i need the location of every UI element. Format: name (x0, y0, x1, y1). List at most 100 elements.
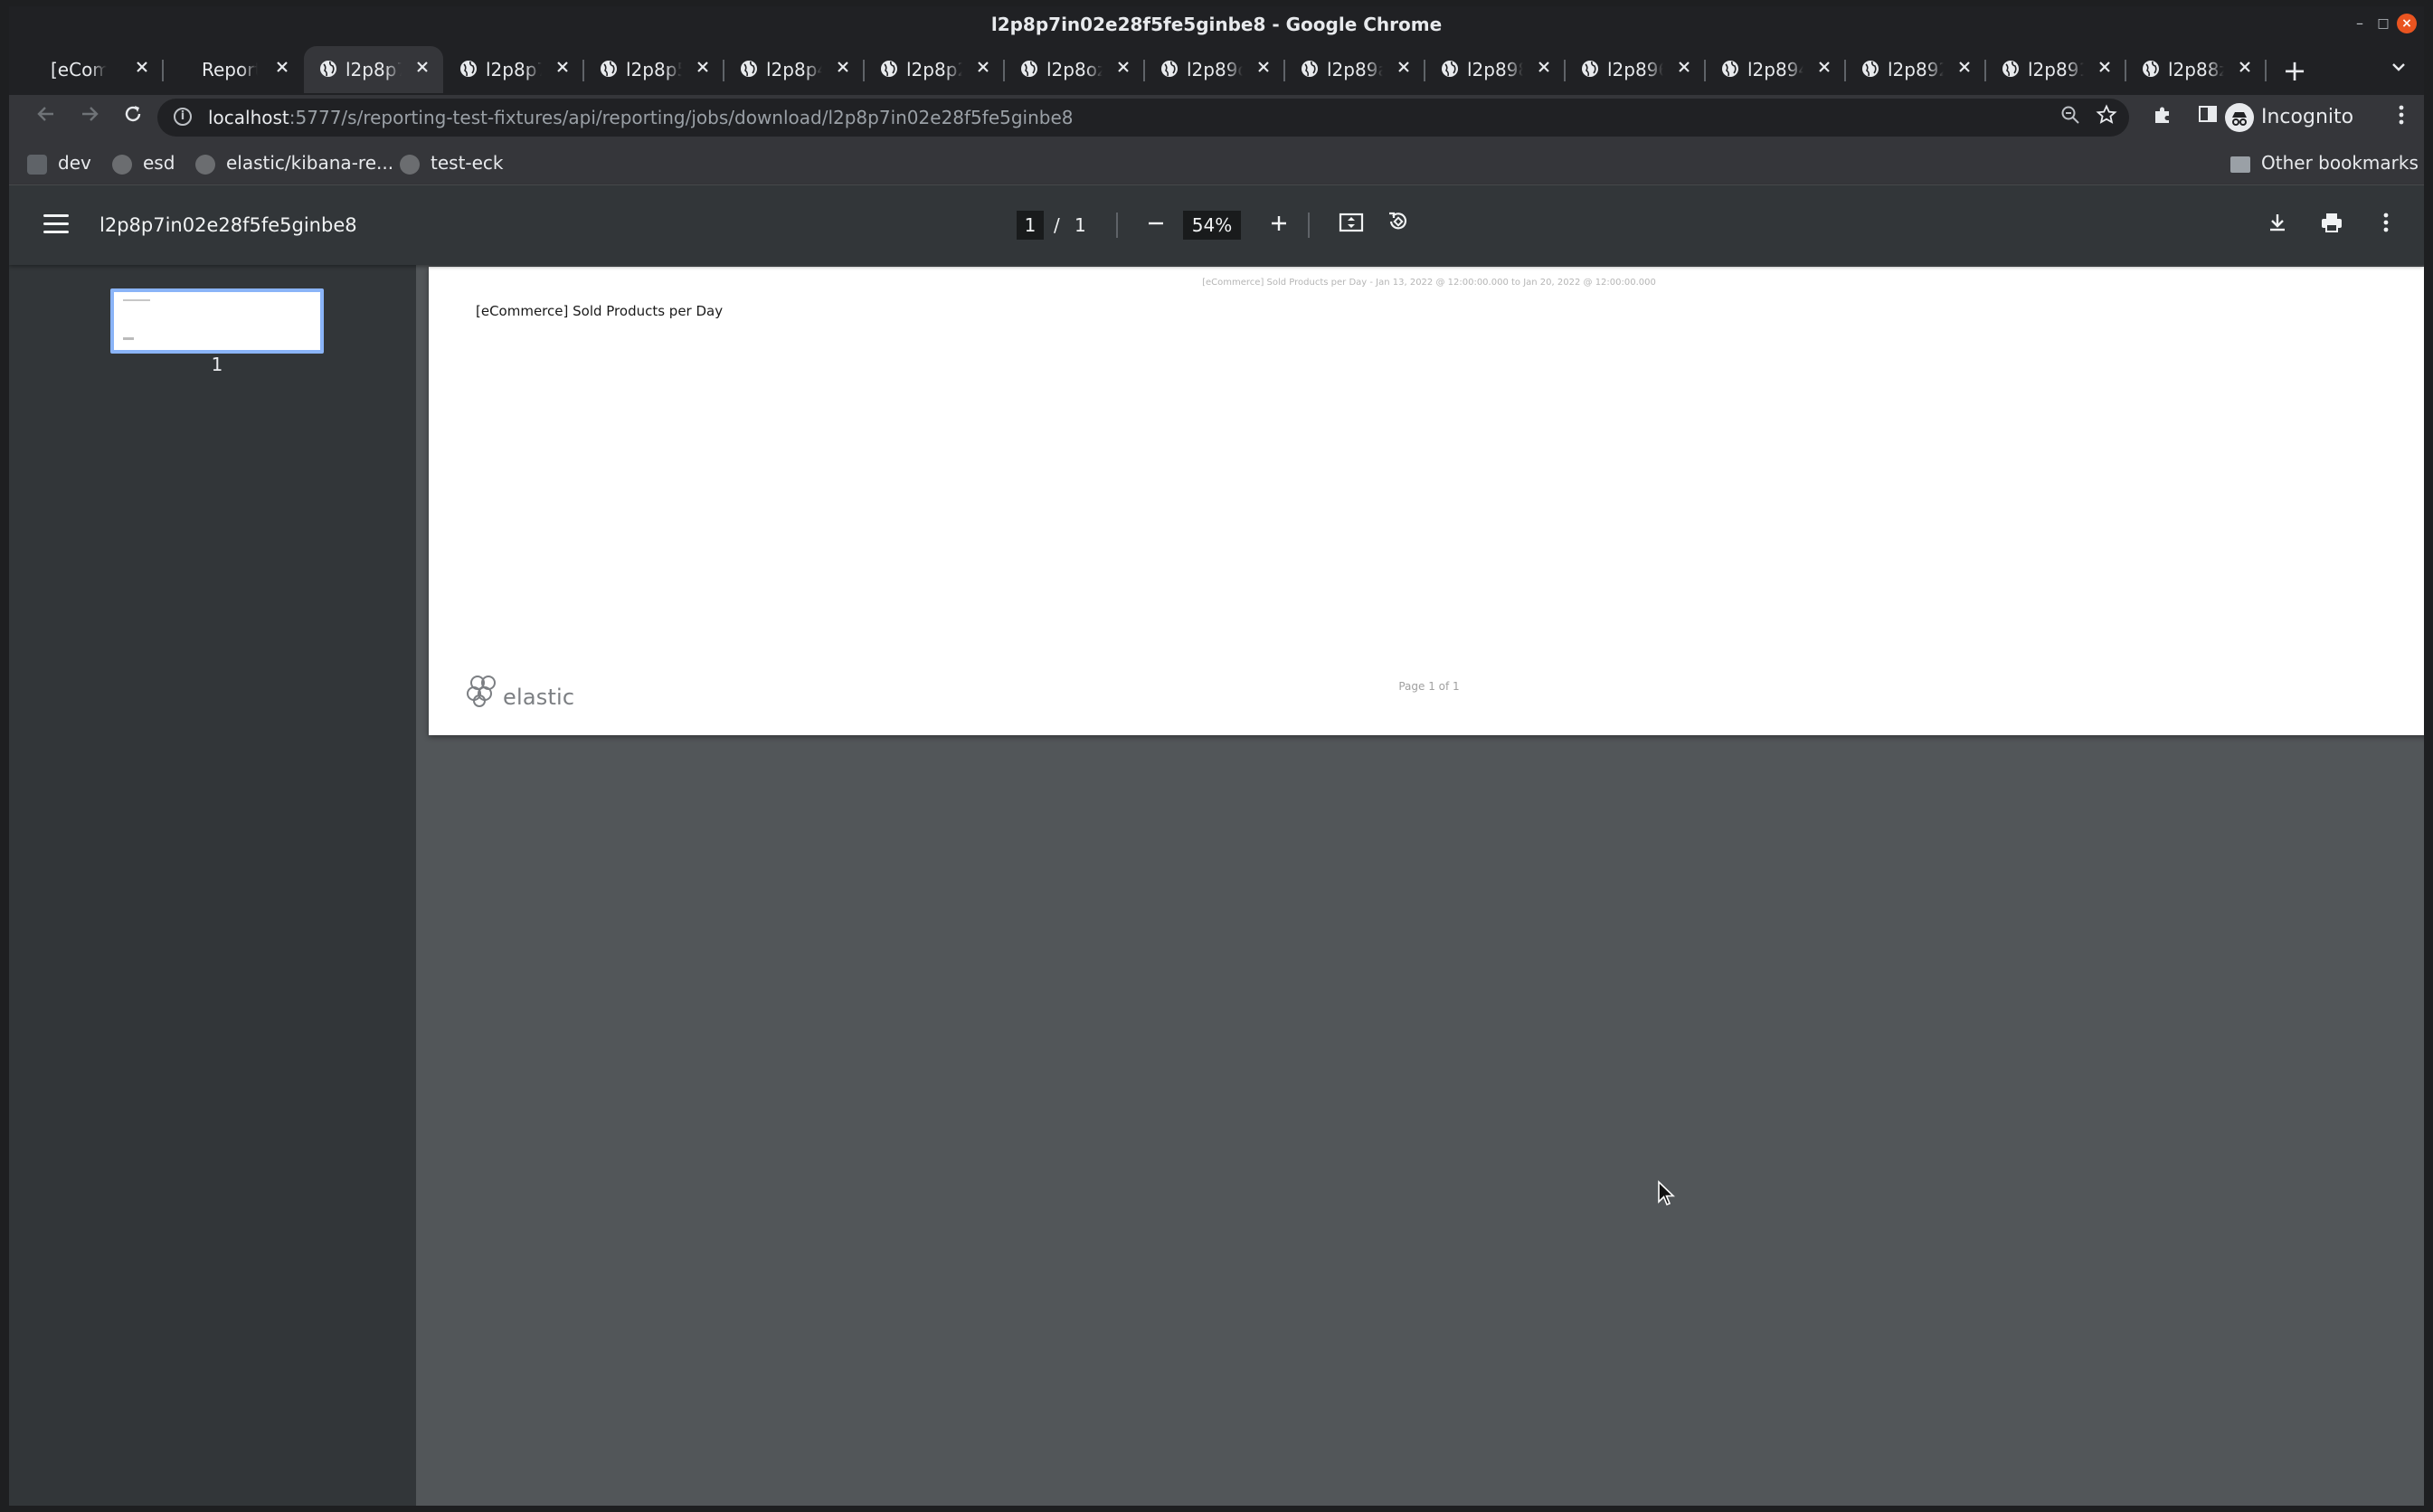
tab-label: l2p8p4 (766, 59, 822, 80)
tab-label: l2p896 (1607, 59, 1663, 80)
download-icon (2270, 214, 2285, 232)
thumbnail-logo-mark (123, 337, 134, 340)
download-button[interactable] (2261, 209, 2294, 241)
globe-icon (1302, 61, 1318, 77)
github-icon (195, 154, 215, 175)
bookmark-test-eck[interactable]: test-eck (400, 140, 504, 185)
reporting-favicon (178, 59, 198, 79)
elastic-logo-icon (467, 676, 496, 707)
rotate-button[interactable] (1382, 209, 1415, 241)
tab-close-icon[interactable] (2235, 59, 2255, 79)
bookmark-label: esd (143, 152, 175, 174)
pdf-page: [eCommerce] Sold Products per Day - Jan … (429, 267, 2424, 735)
fit-page-icon (1339, 213, 1364, 232)
browser-tab[interactable]: l2p88z (2126, 46, 2267, 93)
extensions-puzzle-icon[interactable] (2149, 104, 2176, 131)
browser-tab[interactable]: l2p8p7 (444, 46, 584, 93)
tab-label: [eCom (51, 59, 107, 80)
bookmark-elastic-kibana[interactable]: elastic/kibana-re... (195, 140, 393, 185)
tab-label: l2p891 (2028, 59, 2084, 80)
back-arrow-icon (37, 107, 53, 121)
tab-close-icon[interactable] (272, 59, 292, 79)
page-separator: / (1054, 214, 1060, 236)
tab-label: l2p8p2 (906, 59, 962, 80)
tab-close-icon[interactable] (833, 59, 853, 79)
reload-icon (125, 106, 141, 122)
back-button[interactable] (31, 102, 62, 133)
globe-icon (1582, 61, 1598, 77)
browser-tab[interactable]: l2p896 (1566, 46, 1706, 93)
globe-icon (460, 61, 477, 77)
tab-close-icon[interactable] (553, 59, 573, 79)
bookmark-star-icon[interactable] (2093, 104, 2120, 131)
tab-close-icon[interactable] (132, 59, 152, 79)
tab-close-icon[interactable] (1674, 59, 1694, 79)
browser-tab[interactable]: l2p8oz (1005, 46, 1145, 93)
tab-search-button[interactable] (2383, 55, 2414, 86)
browser-tab[interactable]: Report (164, 46, 303, 93)
tab-label: l2p898 (1467, 59, 1523, 80)
fit-to-page-button[interactable] (1335, 209, 1368, 241)
thumbnail-sidebar: 1 (9, 265, 416, 1506)
minimize-button[interactable]: – (2350, 14, 2370, 33)
pdf-toolbar: l2p8p7in02e28f5fe5ginbe8 1 / 1 54% (9, 185, 2424, 265)
plus-icon (1272, 216, 1286, 231)
print-button[interactable] (2315, 209, 2348, 241)
tab-label: l2p8p7 (486, 59, 542, 80)
pdf-content-area[interactable]: [eCommerce] Sold Products per Day - Jan … (416, 265, 2424, 1506)
total-pages: 1 (1074, 214, 1086, 236)
zoom-level-input[interactable]: 54% (1183, 211, 1241, 240)
tab-close-icon[interactable] (693, 59, 713, 79)
page-number-input[interactable]: 1 (1017, 211, 1044, 240)
other-bookmarks[interactable]: Other bookmarks (2230, 140, 2419, 185)
url-text[interactable]: localhost:5777/s/reporting-test-fixtures… (208, 99, 1074, 137)
browser-tab[interactable]: l2p89a (1285, 46, 1425, 93)
reload-button[interactable] (118, 102, 148, 133)
tab-close-icon[interactable] (1814, 59, 1834, 79)
side-panel-icon[interactable] (2194, 104, 2221, 131)
hamburger-menu-icon[interactable] (40, 209, 72, 241)
maximize-button[interactable]: □ (2373, 14, 2393, 33)
tab-close-icon[interactable] (412, 59, 432, 79)
tab-close-icon[interactable] (1534, 59, 1554, 79)
page-thumbnail[interactable] (110, 288, 324, 354)
bookmark-dev[interactable]: dev (27, 140, 91, 185)
chrome-menu-kebab-icon[interactable] (2388, 104, 2415, 131)
browser-tab[interactable]: l2p892 (1846, 46, 1986, 93)
folder-icon (2230, 156, 2250, 173)
new-tab-button[interactable]: + (2279, 55, 2310, 86)
tab-close-icon[interactable] (1113, 59, 1133, 79)
incognito-label: Incognito (2261, 106, 2354, 128)
pdf-more-actions-kebab-icon[interactable] (2370, 209, 2402, 241)
browser-tab[interactable]: l2p894 (1706, 46, 1846, 93)
address-bar[interactable]: i localhost:5777/s/reporting-test-fixtur… (157, 99, 2129, 137)
close-window-button[interactable]: × (2397, 14, 2417, 33)
bookmark-esd[interactable]: esd (112, 140, 175, 185)
title-bar: l2p8p7in02e28f5fe5ginbe8 - Google Chrome… (9, 6, 2424, 43)
browser-tab[interactable]: l2p8p7 (304, 46, 443, 93)
browser-tab[interactable]: l2p8p2 (865, 46, 1005, 93)
incognito-profile-button[interactable]: Incognito (2225, 100, 2353, 135)
minus-icon (1149, 222, 1163, 225)
tab-close-icon[interactable] (973, 59, 993, 79)
tab-close-icon[interactable] (1394, 59, 1414, 79)
pdf-page-footer: Page 1 of 1 (1398, 680, 1460, 693)
tab-close-icon[interactable] (1955, 59, 1974, 79)
browser-tab[interactable]: l2p89c (1145, 46, 1285, 93)
tab-close-icon[interactable] (2095, 59, 2115, 79)
browser-tab[interactable]: l2p8p5 (584, 46, 724, 93)
tab-close-icon[interactable] (1254, 59, 1273, 79)
forward-button[interactable] (74, 102, 105, 133)
zoom-in-button[interactable] (1263, 209, 1295, 241)
browser-tab[interactable]: [eCom (24, 46, 164, 93)
globe-icon (881, 61, 897, 77)
zoom-out-button[interactable] (1140, 209, 1172, 241)
tab-separator (2265, 60, 2267, 81)
browser-window: l2p8p7in02e28f5fe5ginbe8 - Google Chrome… (9, 6, 2424, 1506)
zoom-icon[interactable] (2057, 104, 2084, 131)
site-info-icon[interactable]: i (174, 108, 192, 126)
browser-tab[interactable]: l2p891 (1986, 46, 2126, 93)
tab-label: l2p88z (2168, 59, 2224, 80)
browser-tab[interactable]: l2p898 (1425, 46, 1566, 93)
browser-tab[interactable]: l2p8p4 (724, 46, 865, 93)
